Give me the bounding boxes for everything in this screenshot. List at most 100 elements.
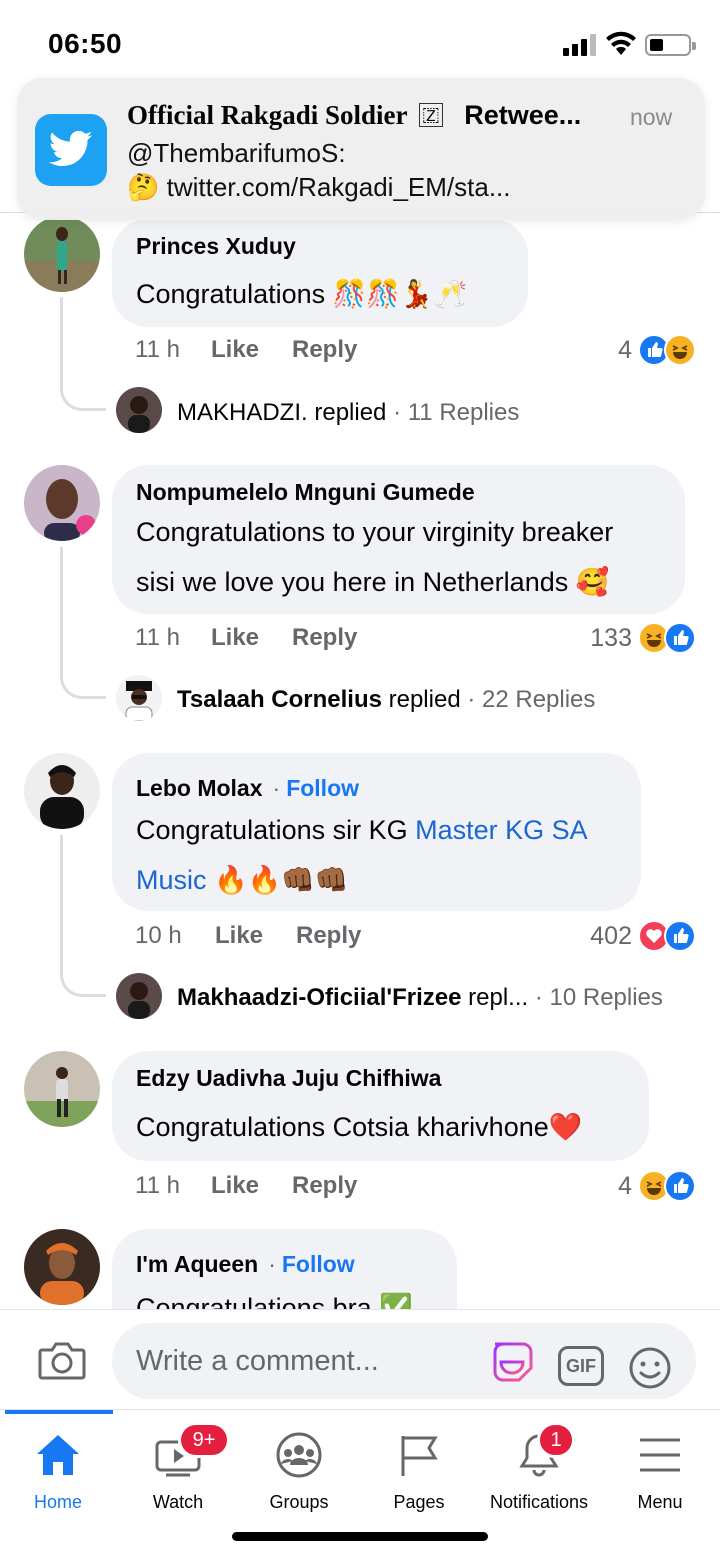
- comment-text: Congratulations sir KG: [136, 815, 416, 845]
- like-button[interactable]: Like: [211, 1172, 259, 1200]
- reply-avatar[interactable]: [116, 973, 162, 1019]
- replier-name: Makhaadzi-Oficiial'Frizee: [177, 984, 462, 1011]
- comment-author-name[interactable]: Lebo Molax: [136, 775, 263, 801]
- tab-groups[interactable]: Groups: [239, 1424, 359, 1524]
- comment-text: Congratulations bra ✅: [136, 1293, 413, 1309]
- comment-text: Congratulations 🎊🎊💃🥂: [136, 279, 468, 309]
- comment-author-name[interactable]: I'm Aqueen: [136, 1251, 258, 1277]
- comment-author[interactable]: I'm Aqueen · Follow: [136, 1251, 355, 1278]
- avatar[interactable]: [24, 216, 100, 292]
- tab-label: Groups: [269, 1492, 329, 1512]
- avatar-sticker-icon[interactable]: [489, 1340, 535, 1384]
- reply-count: · 22 Replies: [460, 686, 596, 713]
- reply-avatar[interactable]: [116, 675, 162, 721]
- comment-bubble[interactable]: I'm Aqueen · Follow Congratulations bra ✅: [112, 1229, 457, 1309]
- comment-text-line-1: Congratulations to your virginity breake…: [136, 517, 614, 547]
- reply-button[interactable]: Reply: [292, 624, 357, 652]
- like-button[interactable]: Like: [211, 624, 259, 652]
- home-indicator[interactable]: [232, 1532, 488, 1541]
- pages-flag-icon: [401, 1436, 438, 1476]
- tab-notifications[interactable]: 1 Notifications: [479, 1422, 599, 1524]
- comment-text-line-1: Congratulations sir KG Master KG SA: [136, 805, 588, 855]
- tab-menu[interactable]: Menu: [600, 1424, 720, 1524]
- mention-link[interactable]: Master KG SA: [415, 815, 588, 845]
- sender-badge: 🇿: [419, 103, 443, 127]
- tab-home[interactable]: Home: [0, 1424, 118, 1524]
- reply-count: · 10 Replies: [528, 984, 663, 1011]
- comment-input[interactable]: [112, 1323, 696, 1399]
- like-reaction-icon: [664, 622, 696, 654]
- comment-bubble[interactable]: Lebo Molax · Follow Congratulations sir KG…: [112, 753, 641, 911]
- comments-list[interactable]: Princes Xuduy Congratulations 🎊🎊💃🥂 11 h …: [0, 213, 720, 1309]
- comment-bubble[interactable]: Edzy Uadivha Juju Chifhiwa Congratulatio…: [112, 1051, 649, 1161]
- active-tab-indicator: [5, 1410, 113, 1414]
- reaction-count: 133: [590, 623, 632, 652]
- like-reaction-icon: [664, 920, 696, 952]
- comment-emojis: 🔥🔥👊🏾👊🏾: [206, 865, 349, 895]
- like-button[interactable]: Like: [215, 922, 263, 950]
- status-time: 06:50: [48, 28, 123, 59]
- reaction-count: 402: [590, 921, 632, 950]
- replied-verb: repl...: [461, 984, 529, 1011]
- replied-verb: replied: [307, 399, 387, 426]
- reaction-summary[interactable]: 402: [590, 920, 696, 952]
- emoji-icon[interactable]: [628, 1346, 672, 1390]
- follow-separator: ·: [268, 1251, 276, 1277]
- gif-button[interactable]: GIF: [558, 1346, 604, 1386]
- comment-time[interactable]: 11 h: [135, 624, 180, 651]
- tab-label: Watch: [152, 1492, 204, 1512]
- twitter-bird-icon: [35, 114, 107, 186]
- follow-button[interactable]: Follow: [282, 1251, 355, 1277]
- comment-author[interactable]: Nompumelelo Mnguni Gumede: [136, 479, 475, 506]
- groups-icon: [276, 1432, 322, 1478]
- avatar[interactable]: [24, 1229, 100, 1305]
- menu-icon: [640, 1438, 680, 1472]
- reply-button[interactable]: Reply: [292, 336, 357, 364]
- notification-line-2: 🤔 twitter.com/Rakgadi_EM/sta...: [127, 172, 511, 202]
- view-replies-link[interactable]: Makhaadzi-Oficiial'Frizee repl... · 10 R…: [177, 984, 663, 1012]
- comment-time[interactable]: 11 h: [135, 336, 180, 363]
- status-bar: 06:50: [0, 0, 720, 80]
- replier-name: MAKHADZI.: [177, 399, 308, 426]
- tab-label: Pages: [393, 1492, 445, 1512]
- watch-badge: 9+: [178, 1422, 230, 1458]
- like-button[interactable]: Like: [211, 336, 259, 364]
- comment-text-line-2: Music 🔥🔥👊🏾👊🏾: [136, 855, 349, 905]
- comment-time[interactable]: 10 h: [135, 922, 182, 949]
- tab-pages[interactable]: Pages: [359, 1424, 479, 1524]
- comment-bubble[interactable]: Nompumelelo Mnguni Gumede Congratulation…: [112, 465, 685, 614]
- avatar[interactable]: [24, 1051, 100, 1127]
- avatar[interactable]: [24, 753, 100, 829]
- reply-button[interactable]: Reply: [296, 922, 361, 950]
- reaction-count: 4: [618, 335, 632, 364]
- comment-author[interactable]: Princes Xuduy: [136, 233, 296, 260]
- reaction-summary[interactable]: 4: [618, 1170, 696, 1202]
- reaction-summary[interactable]: 4: [618, 334, 696, 366]
- reply-avatar[interactable]: [116, 387, 162, 433]
- view-replies-link[interactable]: Tsalaah Cornelius replied · 22 Replies: [177, 686, 595, 714]
- wifi-icon: [606, 31, 636, 55]
- reaction-summary[interactable]: 133: [590, 622, 696, 654]
- tab-watch[interactable]: 9+ Watch: [118, 1422, 238, 1524]
- comment-composer: GIF: [0, 1309, 720, 1409]
- comment-author[interactable]: Edzy Uadivha Juju Chifhiwa: [136, 1065, 441, 1092]
- tab-label: Home: [33, 1492, 82, 1512]
- battery-icon: [645, 34, 696, 56]
- notification-sender: Official Rakgadi Soldier: [127, 100, 408, 130]
- camera-icon[interactable]: [38, 1340, 86, 1380]
- avatar[interactable]: [24, 465, 100, 541]
- comment-author[interactable]: Lebo Molax · Follow: [136, 775, 359, 802]
- comment-text-line-2: sisi we love you here in Netherlands 🥰: [136, 567, 610, 597]
- follow-separator: ·: [272, 775, 281, 801]
- comment-bubble[interactable]: Princes Xuduy Congratulations 🎊🎊💃🥂: [112, 219, 528, 327]
- comment-text: Congratulations Cotsia kharivhone❤️: [136, 1112, 583, 1142]
- view-replies-link[interactable]: MAKHADZI. replied · 11 Replies: [177, 399, 519, 427]
- reply-thread-line: [60, 297, 106, 411]
- follow-button[interactable]: Follow: [286, 775, 359, 801]
- comment-time[interactable]: 11 h: [135, 1172, 180, 1199]
- comment-actions: 11 h Like Reply: [135, 336, 695, 368]
- reply-button[interactable]: Reply: [292, 1172, 357, 1200]
- mention-link-continued[interactable]: Music: [136, 865, 207, 895]
- reply-thread-line: [60, 547, 106, 699]
- push-notification-banner[interactable]: Official Rakgadi Soldier 🇿 Retwee... now…: [17, 78, 705, 220]
